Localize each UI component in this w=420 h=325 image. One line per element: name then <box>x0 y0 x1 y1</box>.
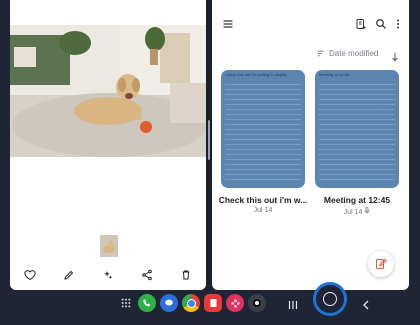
note-preview-text: Check this out i'm writing to display <box>225 72 288 77</box>
share-icon[interactable] <box>138 266 156 284</box>
device-frame: Date modified Check this out i'm writing… <box>0 0 420 325</box>
pen-icon <box>376 258 387 269</box>
all-apps-icon[interactable] <box>118 294 134 312</box>
app-dock <box>118 294 266 312</box>
notes-toolbar <box>212 14 409 38</box>
recents-button[interactable] <box>286 298 300 317</box>
favorite-icon[interactable] <box>21 266 39 284</box>
sort-bar: Date modified <box>212 47 409 65</box>
sort-selector[interactable]: Date modified <box>316 49 378 58</box>
gallery-pane <box>10 0 206 290</box>
back-button[interactable] <box>360 298 372 317</box>
note-title[interactable]: Meeting at 12:45 <box>312 195 402 205</box>
dog-photo[interactable] <box>10 25 206 157</box>
note-lines <box>225 80 301 182</box>
divider-handle[interactable] <box>208 120 210 160</box>
samsung-notes-app-icon[interactable] <box>204 294 222 312</box>
home-button[interactable] <box>313 282 347 316</box>
menu-icon[interactable] <box>222 17 234 35</box>
toolbar-actions <box>355 17 401 35</box>
note-preview-text: Meeting at 12:45 <box>319 72 349 77</box>
camera-app-icon[interactable] <box>248 294 266 312</box>
note-date: Jul 14 <box>253 207 273 214</box>
gallery-app-icon[interactable] <box>226 294 244 312</box>
note-lines <box>319 80 395 182</box>
note-date-with-audio: Jul 14 <box>312 207 402 216</box>
taskbar <box>0 290 420 325</box>
recents-icon <box>288 300 298 310</box>
compose-note-button[interactable] <box>368 251 394 277</box>
messages-app-icon[interactable] <box>160 294 178 312</box>
note-date-text: Jul 14 <box>343 209 363 216</box>
search-icon[interactable] <box>375 17 387 35</box>
effects-icon[interactable] <box>99 266 117 284</box>
notes-pane: Date modified Check this out i'm writing… <box>212 0 409 290</box>
home-icon <box>323 292 337 306</box>
gallery-action-bar <box>10 263 206 287</box>
delete-icon[interactable] <box>177 266 195 284</box>
edit-icon[interactable] <box>60 266 78 284</box>
sort-icon <box>317 50 324 57</box>
new-note-icon[interactable] <box>355 17 367 35</box>
sort-label: Date modified <box>329 49 379 58</box>
more-options-icon[interactable] <box>395 17 401 35</box>
note-card[interactable]: Meeting at 12:45 <box>315 70 399 188</box>
sort-direction-icon[interactable] <box>391 49 399 67</box>
phone-app-icon[interactable] <box>138 294 156 312</box>
note-title[interactable]: Check this out i'm w... <box>218 195 308 205</box>
note-card[interactable]: Check this out i'm writing to display <box>221 70 305 188</box>
chrome-app-icon[interactable] <box>182 294 200 312</box>
microphone-icon <box>364 207 370 214</box>
thumbnail-strip-item[interactable] <box>100 235 118 257</box>
back-icon <box>363 300 369 310</box>
